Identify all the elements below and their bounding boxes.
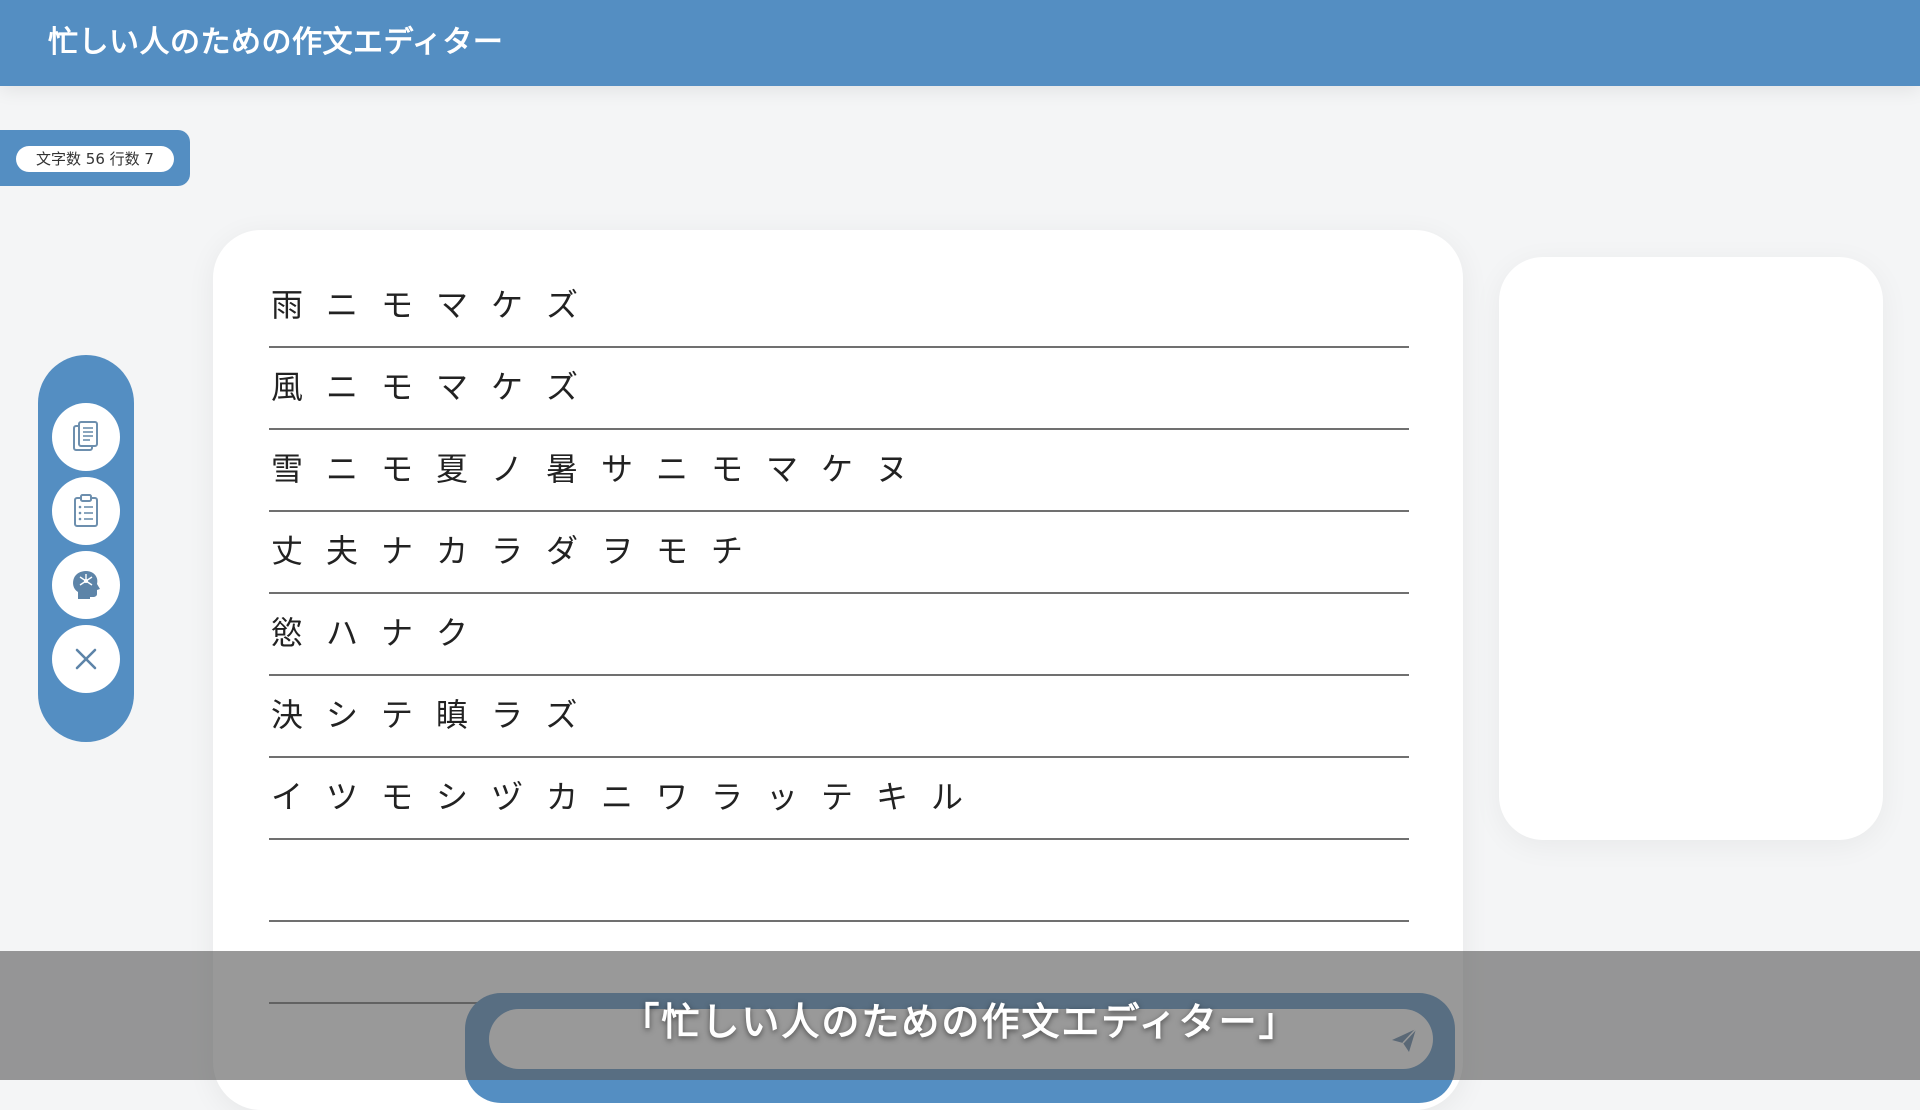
close-button[interactable]	[52, 625, 120, 693]
character-line-count: 文字数 56 行数 7	[16, 146, 174, 172]
clipboard-button[interactable]	[52, 477, 120, 545]
editor-line[interactable]: 雪ニモ夏ノ暑サニモマケヌ	[269, 428, 1409, 512]
app-header: 忙しい人のための作文エディター	[0, 0, 1920, 86]
caption-text: 「忙しい人のための作文エディター」	[621, 1000, 1299, 1044]
editor-line[interactable]: 丈夫ナカラダヲモチ	[269, 510, 1409, 594]
close-icon	[75, 648, 97, 670]
editor-line[interactable]: 風ニモマケズ	[269, 346, 1409, 430]
copy-documents-icon	[73, 421, 98, 451]
side-toolbar	[38, 355, 134, 742]
clipboard-list-icon	[74, 494, 98, 527]
caption-overlay: 「忙しい人のための作文エディター」	[0, 951, 1920, 1080]
side-panel	[1499, 257, 1883, 840]
head-idea-icon	[73, 570, 100, 599]
editor-line[interactable]: 決シテ瞋ラズ	[269, 674, 1409, 758]
editor-line[interactable]	[269, 838, 1409, 922]
copy-button[interactable]	[52, 403, 120, 471]
editor-line[interactable]: 雨ニモマケズ	[269, 264, 1409, 348]
idea-button[interactable]	[52, 551, 120, 619]
editor-line[interactable]: 慾ハナク	[269, 592, 1409, 676]
app-title: 忙しい人のための作文エディター	[48, 25, 504, 60]
editor-line[interactable]: イツモシヅカニワラッテキル	[269, 756, 1409, 840]
stats-panel: 文字数 56 行数 7	[0, 130, 190, 186]
